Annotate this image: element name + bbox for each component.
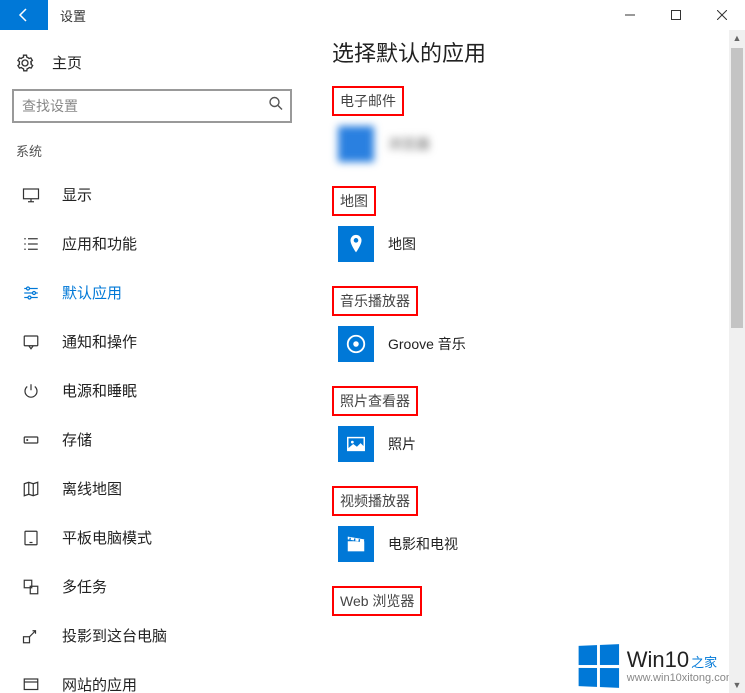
apps-icon [22, 235, 40, 253]
nav-label: 应用和功能 [62, 233, 137, 254]
scroll-up-icon[interactable]: ▲ [729, 30, 745, 46]
nav-item-4[interactable]: 电源和睡眠 [0, 366, 304, 415]
maximize-button[interactable] [653, 0, 699, 30]
nav-item-3[interactable]: 通知和操作 [0, 317, 304, 366]
app-icon [338, 126, 374, 162]
defaults-icon [22, 284, 40, 302]
section-label: 音乐播放器 [332, 286, 418, 316]
app-name: 电影和电视 [388, 534, 458, 554]
storage-icon [22, 431, 40, 449]
nav-item-5[interactable]: 存储 [0, 415, 304, 464]
nav-label: 网站的应用 [62, 674, 137, 693]
scrollbar-thumb[interactable] [731, 48, 743, 328]
map-icon [22, 480, 40, 498]
nav-item-0[interactable]: 显示 [0, 170, 304, 219]
nav-label: 投影到这台电脑 [62, 625, 167, 646]
nav-label: 电源和睡眠 [62, 380, 137, 401]
section-label: 视频播放器 [332, 486, 418, 516]
home-label: 主页 [52, 52, 82, 73]
main-panel: 选择默认的应用 电子邮件 浏览器 地图 地图 音乐播放器 Groove 音乐 照… [304, 30, 745, 693]
minimize-button[interactable] [607, 0, 653, 30]
nav-label: 通知和操作 [62, 331, 137, 352]
page-heading: 选择默认的应用 [332, 36, 745, 68]
display-icon [22, 186, 40, 204]
search-input[interactable] [12, 89, 292, 123]
app-name: Groove 音乐 [388, 334, 466, 354]
section-label: 照片查看器 [332, 386, 418, 416]
app-name: 照片 [388, 434, 416, 454]
group-label: 系统 [0, 137, 304, 170]
default-app-row[interactable]: 电影和电视 [338, 526, 745, 562]
watermark-brand: Win10 [627, 647, 689, 672]
nav-item-1[interactable]: 应用和功能 [0, 219, 304, 268]
windows-logo-icon [578, 644, 618, 688]
app-name: 浏览器 [388, 134, 430, 154]
section-label: 地图 [332, 186, 376, 216]
search-icon [268, 96, 284, 117]
notifications-icon [22, 333, 40, 351]
watermark-url: www.win10xitong.com [627, 673, 735, 684]
nav-label: 离线地图 [62, 478, 122, 499]
nav-item-9[interactable]: 投影到这台电脑 [0, 611, 304, 660]
sidebar: 主页 系统 显示应用和功能默认应用通知和操作电源和睡眠存储离线地图平板电脑模式多… [0, 30, 304, 693]
nav-label: 多任务 [62, 576, 107, 597]
app-icon [338, 326, 374, 362]
nav-label: 显示 [62, 184, 92, 205]
section-label: 电子邮件 [332, 86, 404, 116]
app-name: 地图 [388, 234, 416, 254]
app-icon [338, 226, 374, 262]
website-icon [22, 676, 40, 693]
default-app-row[interactable]: Groove 音乐 [338, 326, 745, 362]
window-title: 设置 [48, 0, 607, 30]
app-icon [338, 426, 374, 462]
nav-item-6[interactable]: 离线地图 [0, 464, 304, 513]
default-app-row[interactable]: 地图 [338, 226, 745, 262]
scrollbar[interactable]: ▲ ▼ [729, 30, 745, 693]
nav-item-2[interactable]: 默认应用 [0, 268, 304, 317]
nav-label: 平板电脑模式 [62, 527, 152, 548]
home-link[interactable]: 主页 [0, 42, 304, 83]
watermark: Win10之家 www.win10xitong.com [577, 645, 735, 687]
nav-item-8[interactable]: 多任务 [0, 562, 304, 611]
default-app-row[interactable]: 照片 [338, 426, 745, 462]
nav-item-7[interactable]: 平板电脑模式 [0, 513, 304, 562]
scroll-down-icon[interactable]: ▼ [729, 677, 745, 693]
app-icon [338, 526, 374, 562]
watermark-brand-zh: 之家 [691, 655, 717, 670]
power-icon [22, 382, 40, 400]
default-app-row[interactable]: 浏览器 [338, 126, 745, 162]
section-label: Web 浏览器 [332, 586, 422, 616]
back-button[interactable] [0, 0, 48, 30]
nav-label: 存储 [62, 429, 92, 450]
multitask-icon [22, 578, 40, 596]
tablet-icon [22, 529, 40, 547]
gear-icon [16, 54, 34, 72]
nav-label: 默认应用 [62, 282, 122, 303]
project-icon [22, 627, 40, 645]
close-button[interactable] [699, 0, 745, 30]
nav-item-10[interactable]: 网站的应用 [0, 660, 304, 693]
